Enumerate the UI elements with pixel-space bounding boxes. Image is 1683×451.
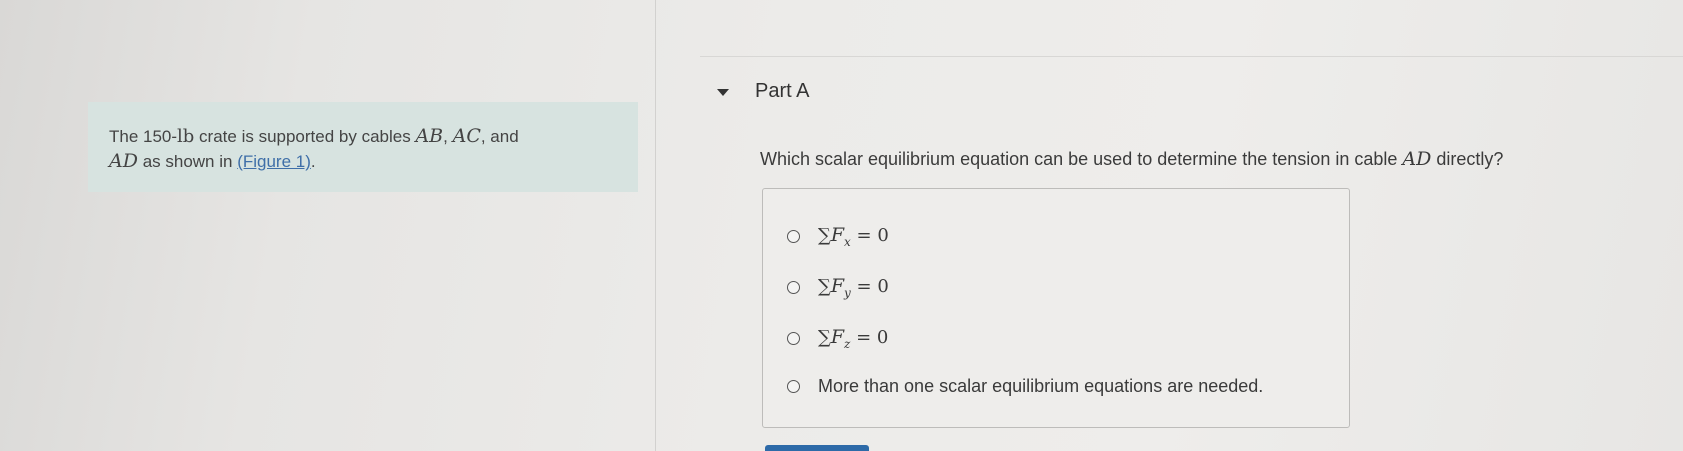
caret-down-icon[interactable]	[717, 89, 729, 96]
option-sum-fy[interactable]: ∑Fy = 0	[787, 275, 889, 300]
part-header[interactable]: Part A	[717, 80, 809, 103]
problem-text: .	[310, 152, 316, 171]
section-divider	[700, 56, 1683, 57]
radio-button[interactable]	[787, 280, 800, 294]
submit-button[interactable]	[765, 445, 869, 451]
page: The 150-lb crate is supported by cables …	[0, 0, 1683, 451]
equals-zero: = 0	[850, 276, 889, 297]
radio-button[interactable]	[787, 229, 800, 243]
figure-link[interactable]: (Figure 1)	[237, 152, 311, 171]
part-title: Part A	[755, 80, 810, 102]
axis-subscript: y	[844, 285, 851, 300]
problem-text: as shown in	[137, 152, 238, 171]
question-text-part: directly?	[1431, 149, 1504, 169]
equals-zero: = 0	[850, 327, 889, 348]
radio-button[interactable]	[787, 380, 800, 393]
cable-label: AD	[1402, 148, 1432, 170]
radio-button[interactable]	[787, 331, 800, 345]
question-text: Which scalar equilibrium equation can be…	[760, 148, 1503, 170]
question-text-part: Which scalar equilibrium equation can be…	[760, 149, 1403, 169]
answer-options: ∑Fx = 0 ∑Fy = 0 ∑Fz = 0 More than one sc…	[762, 188, 1350, 428]
panel-divider	[655, 0, 656, 451]
equals-zero: = 0	[850, 225, 889, 246]
problem-text: crate is supported by cables	[194, 127, 416, 146]
option-label: More than one scalar equilibrium equatio…	[818, 376, 1264, 396]
force-symbol: F	[830, 326, 845, 348]
sum-symbol: ∑	[818, 225, 831, 246]
cable-label: AB	[415, 125, 444, 147]
option-equation: ∑Fy = 0	[818, 275, 889, 300]
problem-text: , and	[480, 127, 519, 146]
option-sum-fz[interactable]: ∑Fz = 0	[787, 326, 888, 351]
option-equation: ∑Fz = 0	[818, 326, 888, 351]
force-symbol: F	[830, 224, 845, 246]
sum-symbol: ∑	[818, 327, 831, 348]
force-symbol: F	[830, 275, 845, 297]
axis-subscript: x	[844, 234, 851, 249]
option-sum-fx[interactable]: ∑Fx = 0	[787, 224, 889, 249]
cable-label: AC	[452, 125, 481, 147]
problem-statement: The 150-lb crate is supported by cables …	[88, 102, 638, 192]
option-equation: ∑Fx = 0	[818, 224, 889, 249]
problem-text: ,	[443, 127, 453, 146]
cable-label: AD	[109, 150, 138, 172]
problem-panel: The 150-lb crate is supported by cables …	[0, 0, 660, 451]
sum-symbol: ∑	[818, 276, 831, 297]
problem-text: The 150-	[109, 127, 178, 146]
option-more-than-one[interactable]: More than one scalar equilibrium equatio…	[787, 376, 1263, 397]
weight-unit: lb	[177, 126, 195, 147]
